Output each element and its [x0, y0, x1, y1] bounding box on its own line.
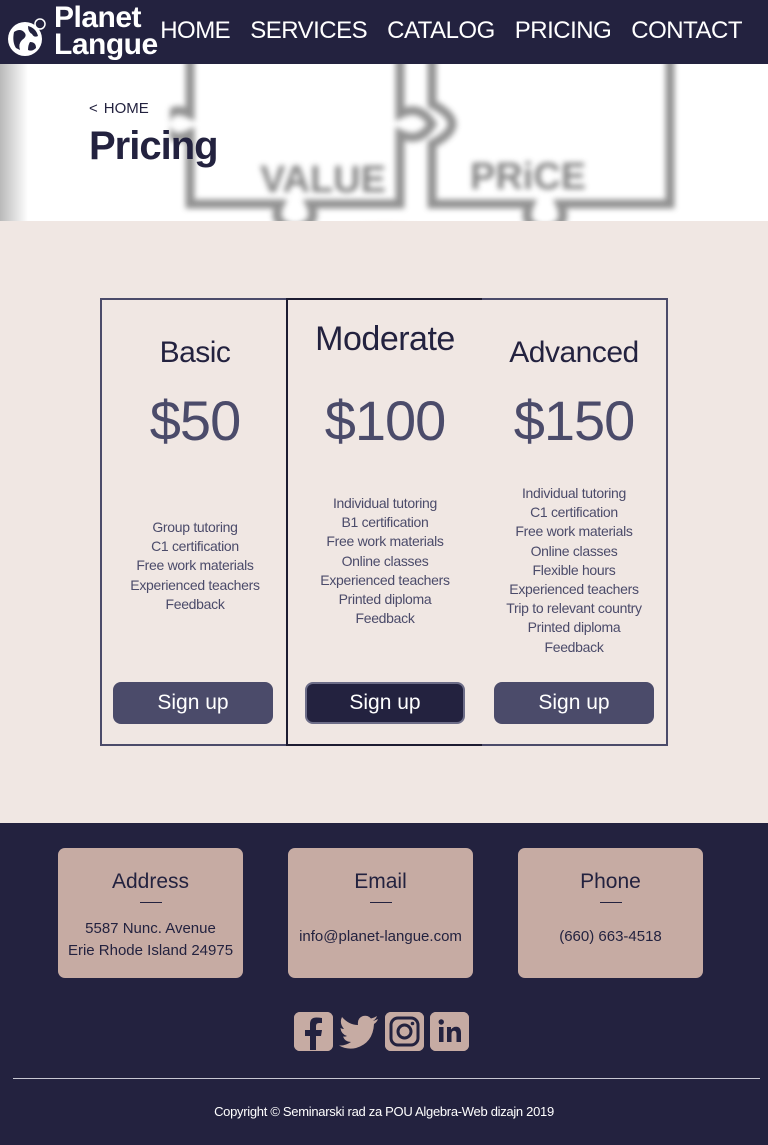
breadcrumb: < HOME — [89, 100, 149, 117]
logo-text: Planet Langue — [54, 1, 158, 61]
plan-name: Basic — [159, 336, 231, 369]
feature-item: Group tutoring — [152, 519, 238, 535]
site-logo[interactable]: Planet Langue — [4, 2, 184, 62]
signup-button-advanced[interactable]: Sign up — [494, 682, 654, 724]
puzzle-background-image: VALUE PRiCE — [170, 64, 675, 221]
feature-item: Experienced teachers — [320, 571, 450, 588]
nav-catalog[interactable]: CATALOG — [387, 17, 495, 45]
nav-home[interactable]: HOME — [160, 17, 231, 45]
twitter-icon[interactable] — [339, 1012, 379, 1051]
feature-item: Printed diploma — [527, 619, 621, 636]
phone-title: Phone — [580, 870, 641, 893]
instagram-icon[interactable] — [385, 1012, 424, 1051]
phone-value[interactable]: (660) 663-4518 — [518, 926, 703, 948]
facebook-icon[interactable] — [294, 1012, 333, 1051]
feature-item: Feedback — [355, 610, 415, 627]
feature-item: Experienced teachers — [509, 581, 639, 598]
feature-item: Flexible hours — [532, 561, 616, 578]
address-line-2: Erie Rhode Island 24975 — [67, 942, 234, 959]
card-divider — [599, 902, 622, 903]
globe-logo-icon — [8, 18, 46, 56]
feature-item: Online classes — [341, 552, 429, 569]
footer-divider — [13, 1078, 760, 1079]
puzzle-word-price: PRiCE — [470, 156, 586, 198]
feature-item: Experienced teachers — [130, 576, 260, 593]
feature-item: C1 certification — [530, 504, 618, 521]
feature-item: Free work materials — [136, 557, 254, 574]
plan-name: Moderate — [315, 320, 455, 358]
breadcrumb-home-link[interactable]: HOME — [104, 100, 149, 117]
plan-card-basic: Basic $50 Group tutoring C1 certificatio… — [100, 298, 288, 746]
nav-pricing[interactable]: PRICING — [515, 17, 612, 45]
address-text: 5587 Nunc. Avenue Erie Rhode Island 2497… — [58, 918, 243, 962]
feature-item: C1 certification — [151, 538, 239, 555]
feature-item: Free work materials — [515, 523, 633, 540]
feature-item: Printed diploma — [338, 591, 432, 608]
nav-contact[interactable]: CONTACT — [631, 17, 742, 45]
feature-item: Individual tutoring — [332, 495, 438, 511]
phone-card: Phone (660) 663-4518 — [518, 848, 703, 978]
logo-line-1: Planet — [54, 1, 142, 34]
card-divider — [369, 902, 392, 903]
logo-line-2: Langue — [54, 28, 158, 61]
pricing-table: Basic $50 Group tutoring C1 certificatio… — [100, 298, 668, 746]
page-title: Pricing — [89, 124, 219, 168]
email-title: Email — [354, 870, 407, 893]
feature-list: Group tutoring C1 certification Free wor… — [102, 518, 288, 614]
feature-list: Individual tutoring B1 certification Fre… — [288, 494, 482, 628]
feature-item: Free work materials — [326, 533, 444, 550]
plan-price: $50 — [149, 389, 241, 452]
card-divider — [139, 902, 162, 903]
feature-item: Individual tutoring — [521, 485, 627, 501]
nav-services[interactable]: SERVICES — [250, 17, 367, 45]
linkedin-icon[interactable] — [430, 1012, 469, 1051]
signup-button-moderate[interactable]: Sign up — [305, 682, 465, 724]
feature-item: Online classes — [530, 542, 618, 559]
plan-price: $100 — [324, 389, 447, 452]
email-value[interactable]: info@planet-langue.com — [288, 926, 473, 948]
social-links — [294, 1012, 469, 1051]
email-card: Email info@planet-langue.com — [288, 848, 473, 978]
top-nav: Planet Langue HOME SERVICES CATALOG PRIC… — [0, 0, 768, 64]
address-line-1: 5587 Nunc. Avenue — [85, 920, 216, 937]
nav-links: HOME SERVICES CATALOG PRICING CONTACT — [160, 17, 742, 45]
footer: Address 5587 Nunc. Avenue Erie Rhode Isl… — [0, 823, 768, 1145]
signup-button-basic[interactable]: Sign up — [113, 682, 273, 724]
plan-name: Advanced — [509, 336, 639, 369]
hero-banner: VALUE PRiCE < HOME Pricing — [0, 64, 768, 221]
feature-item: Feedback — [544, 638, 604, 655]
puzzle-word-value: VALUE — [260, 159, 386, 201]
breadcrumb-back-icon: < — [89, 100, 98, 117]
feature-list: Individual tutoring C1 certification Fre… — [482, 484, 666, 657]
feature-item: Feedback — [165, 595, 225, 612]
address-card: Address 5587 Nunc. Avenue Erie Rhode Isl… — [58, 848, 243, 978]
copyright-text: Copyright © Seminarski rad za POU Algebr… — [214, 1104, 554, 1119]
plan-card-moderate: Moderate $100 Individual tutoring B1 cer… — [286, 298, 484, 746]
address-title: Address — [111, 870, 190, 893]
hero-shade — [0, 64, 28, 221]
plan-card-advanced: Advanced $150 Individual tutoring C1 cer… — [482, 298, 668, 746]
feature-item: Trip to relevant country — [506, 600, 642, 617]
plan-price: $150 — [513, 389, 636, 452]
feature-item: B1 certification — [341, 514, 429, 531]
